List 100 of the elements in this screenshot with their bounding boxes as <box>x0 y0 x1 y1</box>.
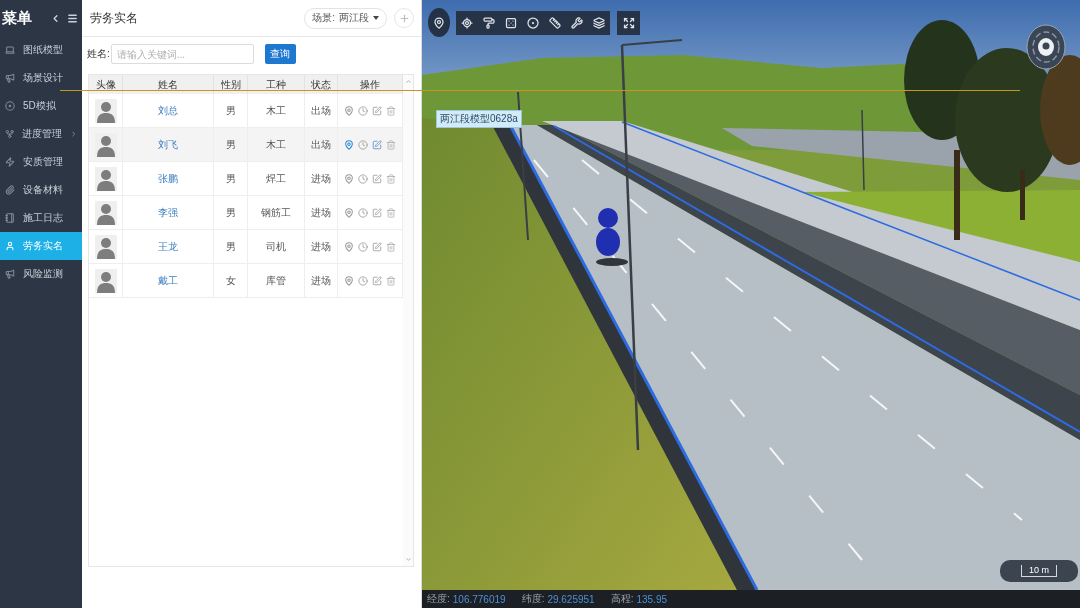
table-row[interactable]: 张鹏 男 焊工 进场 <box>89 162 403 196</box>
sidebar-item[interactable]: 图纸模型 <box>0 36 82 64</box>
ruler-icon <box>549 16 561 29</box>
clock-icon[interactable] <box>358 105 368 116</box>
worker-name-link[interactable]: 王龙 <box>158 239 178 254</box>
clock-icon[interactable] <box>358 173 368 184</box>
trash-icon[interactable] <box>386 105 396 116</box>
menu-title: 菜单 <box>2 8 33 28</box>
scroll-up-icon[interactable] <box>404 78 412 85</box>
table-row[interactable]: 王龙 男 司机 进场 <box>89 230 403 264</box>
worker-name-link[interactable]: 刘飞 <box>158 137 178 152</box>
edit-icon[interactable] <box>372 275 382 286</box>
trash-icon[interactable] <box>386 275 396 286</box>
scene-label: 场景: <box>312 11 335 25</box>
avatar-icon <box>94 98 117 123</box>
notebook-icon <box>5 213 15 223</box>
map-pin-icon <box>433 16 445 29</box>
table-cell: 男 <box>225 171 236 186</box>
table-cell: 进场 <box>311 171 331 186</box>
sidebar-item-label: 场景设计 <box>23 71 64 85</box>
fullscreen-button[interactable] <box>617 10 640 35</box>
add-button[interactable] <box>394 8 414 28</box>
sidebar-item-label: 风险监测 <box>23 267 64 281</box>
search-label: 姓名: <box>87 47 110 61</box>
dice-icon <box>505 16 517 29</box>
paint-roller-icon <box>483 16 495 29</box>
coordinate-label: 高程: <box>610 592 634 606</box>
layers-icon <box>593 16 605 29</box>
table-cell: 司机 <box>266 239 286 254</box>
trash-icon[interactable] <box>386 241 396 252</box>
scene-dropdown[interactable]: 场景: 两江段 <box>304 7 387 29</box>
worker-name-link[interactable]: 李强 <box>158 205 178 220</box>
disc-icon <box>5 101 15 111</box>
table-cell: 木工 <box>266 137 286 152</box>
table-cell: 进场 <box>311 239 331 254</box>
worker-name-link[interactable]: 刘总 <box>158 103 178 118</box>
table-row[interactable]: 刘总 男 木工 出场 <box>89 94 403 128</box>
map-pin-icon[interactable] <box>344 241 354 252</box>
table-cell: 钢筋工 <box>261 205 291 220</box>
sidebar-item[interactable]: 场景设计 <box>0 64 82 92</box>
table-cell: 女 <box>225 273 236 288</box>
coordinate-value: 29.625951 <box>547 593 595 605</box>
map-pin-icon[interactable] <box>344 105 354 116</box>
megaphone-icon <box>5 269 15 279</box>
sidebar-item-label: 设备材料 <box>23 183 64 197</box>
plus-icon <box>398 12 410 24</box>
worker-name-link[interactable]: 戴工 <box>158 273 178 288</box>
person-icon <box>5 241 15 251</box>
avatar-icon <box>94 166 117 191</box>
sidebar-item[interactable]: 设备材料 <box>0 176 82 204</box>
scale-bar: 10 m <box>1021 565 1057 577</box>
table-cell: 男 <box>225 103 236 118</box>
avatar-icon <box>94 268 117 293</box>
clock-icon[interactable] <box>358 275 368 286</box>
edit-icon[interactable] <box>372 241 382 252</box>
wrench-icon <box>571 16 583 29</box>
lightning-icon <box>5 157 15 167</box>
coordinate-value: 135.95 <box>636 593 668 605</box>
megaphone-icon <box>5 73 15 83</box>
edit-icon[interactable] <box>372 207 382 218</box>
map-pin-icon[interactable] <box>344 207 354 218</box>
table-row[interactable]: 戴工 女 库管 进场 <box>89 264 403 298</box>
table-row[interactable]: 李强 男 钢筋工 进场 <box>89 196 403 230</box>
coordinate-label: 纬度: <box>521 592 545 606</box>
trash-icon[interactable] <box>386 173 396 184</box>
coordinate-label: 经度: <box>427 592 450 606</box>
sidebar-item-label: 施工日志 <box>23 211 64 225</box>
search-button[interactable]: 查询 <box>264 44 296 64</box>
trash-icon[interactable] <box>386 207 396 218</box>
trash-icon[interactable] <box>386 139 396 150</box>
sidebar-item[interactable]: 施工日志 <box>0 204 82 232</box>
scroll-down-icon[interactable] <box>404 556 412 563</box>
menu-icon[interactable] <box>67 12 78 24</box>
clock-icon[interactable] <box>358 207 368 218</box>
sidebar-item[interactable]: 进度管理 <box>0 120 82 148</box>
sidebar-item[interactable]: 5D模拟 <box>0 92 82 120</box>
avatar-icon <box>94 200 117 225</box>
clock-icon[interactable] <box>358 241 368 252</box>
table-cell: 库管 <box>266 273 286 288</box>
sidebar-item-label: 图纸模型 <box>23 43 64 57</box>
sidebar-item[interactable]: 风险监测 <box>0 260 82 288</box>
compass-icon[interactable] <box>1026 24 1066 70</box>
clock-icon[interactable] <box>358 139 368 150</box>
map-pin-icon[interactable] <box>344 173 354 184</box>
sidebar-item[interactable]: 安质管理 <box>0 148 82 176</box>
table-row[interactable]: 刘飞 男 木工 出场 <box>89 128 403 162</box>
expand-icon <box>622 16 635 29</box>
map-pin-icon[interactable] <box>344 275 354 286</box>
table-cell: 出场 <box>311 103 331 118</box>
sidebar-item-label: 进度管理 <box>22 127 63 141</box>
coordinate-value: 106.776019 <box>452 593 506 605</box>
worker-name-link[interactable]: 张鹏 <box>158 171 178 186</box>
caret-icon <box>373 16 379 20</box>
scrollbar-track[interactable] <box>403 75 413 566</box>
map-pin-icon[interactable] <box>344 139 354 150</box>
edit-icon[interactable] <box>372 139 382 150</box>
edit-icon[interactable] <box>372 105 382 116</box>
table-cell: 男 <box>225 137 236 152</box>
edit-icon[interactable] <box>372 173 382 184</box>
search-field[interactable]: 请输入关键词... <box>110 44 254 64</box>
